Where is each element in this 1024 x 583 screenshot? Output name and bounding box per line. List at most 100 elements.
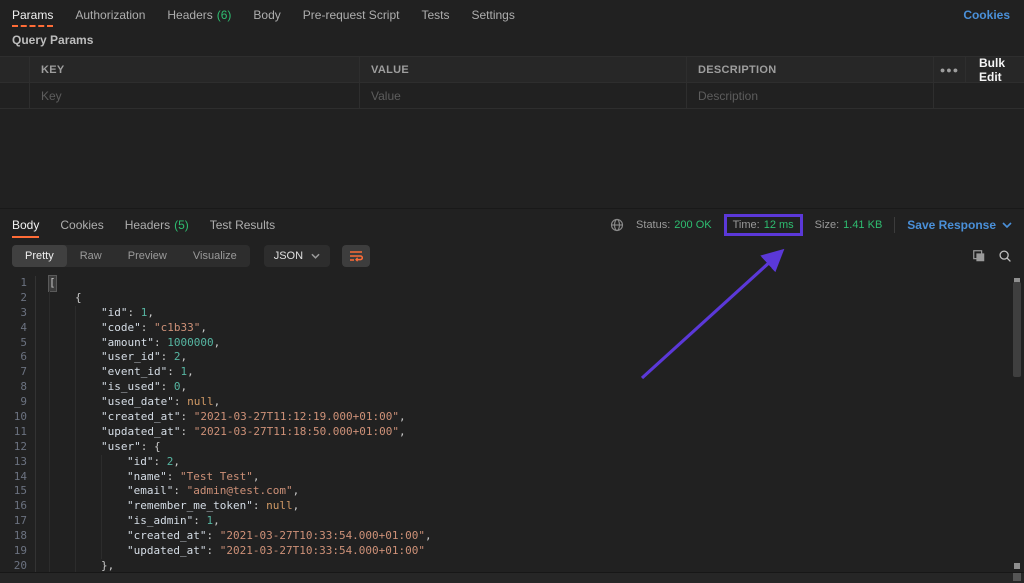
code-token: , xyxy=(399,410,406,425)
code-token: : xyxy=(193,514,206,529)
request-tab-authorization[interactable]: Authorization xyxy=(75,0,145,30)
indent-guide xyxy=(49,544,75,559)
line-number: 9 xyxy=(0,395,36,410)
save-response-label: Save Response xyxy=(907,218,996,232)
code-token: "admin@test.com" xyxy=(187,484,293,499)
indent-guide xyxy=(75,514,101,529)
tab-label: Params xyxy=(12,8,53,22)
indent-guide xyxy=(75,395,101,410)
code-token: "created_at" xyxy=(127,529,206,544)
code-token: : xyxy=(206,544,219,559)
line-content: "event_id": 1, xyxy=(36,365,194,380)
code-token: : xyxy=(167,365,180,380)
param-value-input[interactable]: Value xyxy=(360,83,687,108)
code-line: 13"id": 2, xyxy=(0,455,1024,470)
search-icon[interactable] xyxy=(998,249,1012,263)
code-token: "2021-03-27T11:18:50.000+01:00" xyxy=(194,425,399,440)
param-description-input[interactable]: Description xyxy=(687,83,934,108)
view-mode-pretty[interactable]: Pretty xyxy=(12,245,67,267)
code-token: 0 xyxy=(174,380,181,395)
time-metric-highlighted: Time: 12 ms xyxy=(724,214,803,236)
line-content: "is_admin": 1, xyxy=(36,514,220,529)
code-line: 12"user": { xyxy=(0,440,1024,455)
code-token: "updated_at" xyxy=(127,544,206,559)
cookies-link[interactable]: Cookies xyxy=(963,0,1010,30)
code-token: "created_at" xyxy=(101,410,180,425)
code-token: : { xyxy=(141,440,161,455)
tab-label: Cookies xyxy=(60,218,103,232)
code-token: , xyxy=(187,365,194,380)
indent-guide xyxy=(49,306,75,321)
time-value: 12 ms xyxy=(764,219,794,231)
params-select-column xyxy=(0,57,30,82)
view-mode-visualize[interactable]: Visualize xyxy=(180,245,250,267)
code-token: }, xyxy=(101,559,114,572)
chevron-down-icon xyxy=(1002,222,1012,228)
line-content: { xyxy=(36,291,82,306)
indent-guide xyxy=(75,410,101,425)
response-tab-test-results[interactable]: Test Results xyxy=(210,209,275,240)
request-tab-pre-request-script[interactable]: Pre-request Script xyxy=(303,0,400,30)
line-number: 13 xyxy=(0,455,36,470)
line-number: 14 xyxy=(0,470,36,485)
line-content: "code": "c1b33", xyxy=(36,321,207,336)
code-token: 1000000 xyxy=(167,336,213,351)
response-body-code: 1[2{3"id": 1,4"code": "c1b33",5"amount":… xyxy=(0,272,1024,572)
code-token: "id" xyxy=(101,306,128,321)
indent-guide xyxy=(75,380,101,395)
request-tab-tests[interactable]: Tests xyxy=(421,0,449,30)
network-globe-icon[interactable] xyxy=(610,218,624,232)
code-line: 17"is_admin": 1, xyxy=(0,514,1024,529)
indent-guide xyxy=(49,484,75,499)
line-content: "name": "Test Test", xyxy=(36,470,259,485)
code-token: , xyxy=(253,470,260,485)
code-token: "updated_at" xyxy=(101,425,180,440)
view-mode-preview[interactable]: Preview xyxy=(115,245,180,267)
line-content: "id": 2, xyxy=(36,455,180,470)
request-tab-body[interactable]: Body xyxy=(253,0,280,30)
code-token: 2 xyxy=(167,455,174,470)
scrollbar-thumb[interactable] xyxy=(1013,282,1021,377)
request-tab-params[interactable]: Params xyxy=(12,0,53,30)
code-token: : xyxy=(206,529,219,544)
view-mode-raw[interactable]: Raw xyxy=(67,245,115,267)
bulk-edit-button[interactable]: Bulk Edit xyxy=(966,57,1024,82)
param-key-input[interactable]: Key xyxy=(30,83,360,108)
save-response-button[interactable]: Save Response xyxy=(907,218,1012,232)
wrap-text-button[interactable] xyxy=(342,245,370,267)
scrollbar-bottom-marker xyxy=(1014,563,1020,569)
line-content: "updated_at": "2021-03-27T11:18:50.000+0… xyxy=(36,425,406,440)
postman-request-response-panel: Params Authorization Headers(6) Body Pre-req… xyxy=(0,0,1024,583)
line-content: }, xyxy=(36,559,114,572)
copy-icon[interactable] xyxy=(972,249,986,263)
code-line: 3"id": 1, xyxy=(0,306,1024,321)
code-token: : xyxy=(174,395,187,410)
code-token: : xyxy=(141,321,154,336)
code-token: "user" xyxy=(101,440,141,455)
response-tab-cookies[interactable]: Cookies xyxy=(60,209,103,240)
wrap-text-icon xyxy=(349,250,363,262)
code-token: 1 xyxy=(206,514,213,529)
code-token: null xyxy=(187,395,214,410)
indent-guide xyxy=(75,336,101,351)
request-tab-settings[interactable]: Settings xyxy=(472,0,515,30)
size-metric: Size: 1.41 KB xyxy=(815,219,883,231)
line-number: 17 xyxy=(0,514,36,529)
size-value: 1.41 KB xyxy=(843,219,882,231)
indent-guide xyxy=(75,484,101,499)
language-dropdown[interactable]: JSON xyxy=(264,245,330,267)
tab-label: Body xyxy=(12,218,39,232)
size-label: Size: xyxy=(815,219,839,231)
request-tab-headers[interactable]: Headers(6) xyxy=(167,0,231,30)
code-token: , xyxy=(180,350,187,365)
response-tab-body[interactable]: Body xyxy=(12,209,39,240)
status-label: Status: xyxy=(636,219,670,231)
param-row-checkbox-cell xyxy=(0,83,30,108)
line-number: 19 xyxy=(0,544,36,559)
params-more-options-button[interactable]: ●●● xyxy=(934,57,966,82)
tab-label: Authorization xyxy=(75,8,145,22)
indent-guide xyxy=(75,350,101,365)
response-tab-headers[interactable]: Headers(5) xyxy=(125,209,189,240)
code-token: , xyxy=(147,306,154,321)
request-tab-bar: Params Authorization Headers(6) Body Pre-req… xyxy=(0,0,1024,30)
